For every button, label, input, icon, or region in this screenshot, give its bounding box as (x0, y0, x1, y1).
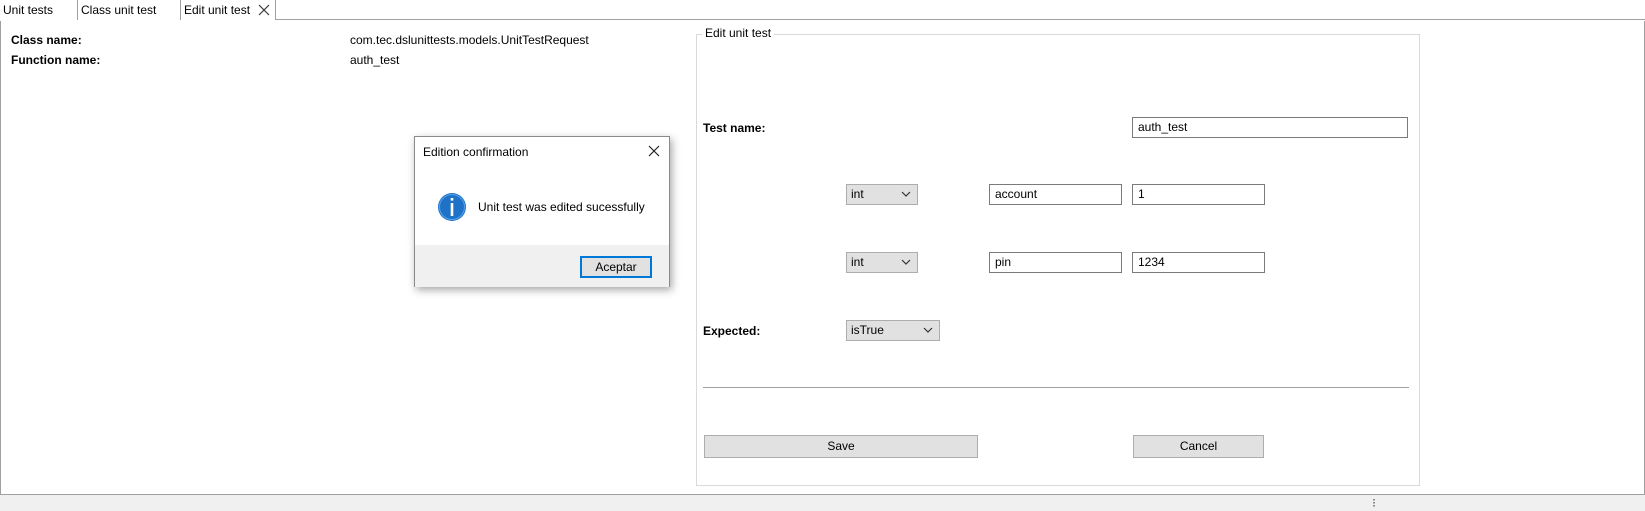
divider (703, 387, 1409, 388)
param-type-value: int (851, 187, 864, 201)
expected-label: Expected: (703, 324, 761, 338)
param-name-input-1[interactable]: account (989, 184, 1122, 205)
tab-edit-unit-test[interactable]: Edit unit test (180, 0, 276, 20)
info-icon (438, 193, 466, 221)
tab-label: Unit tests (3, 3, 54, 17)
expected-select[interactable]: isTrue (846, 320, 940, 341)
dialog-footer: Aceptar (415, 245, 669, 287)
function-name-label: Function name: (11, 53, 101, 67)
edition-confirmation-dialog: Edition confirmation Unit test was edite… (414, 136, 670, 287)
tab-label: Class unit test (81, 3, 157, 17)
param-value-input-2[interactable]: 1234 (1132, 252, 1265, 273)
close-icon[interactable] (258, 4, 270, 16)
tab-class-unit-test[interactable]: Class unit test (78, 0, 181, 20)
chevron-down-icon (901, 191, 911, 197)
param-type-value: int (851, 255, 864, 269)
function-name-value: auth_test (350, 53, 400, 67)
resize-grip-icon[interactable] (1373, 499, 1375, 507)
close-icon[interactable] (648, 145, 660, 157)
param-name-input-2[interactable]: pin (989, 252, 1122, 273)
ok-button[interactable]: Aceptar (580, 256, 652, 278)
chevron-down-icon (901, 259, 911, 265)
class-name-label: Class name: (11, 33, 82, 47)
test-name-input[interactable]: auth_test (1132, 117, 1408, 138)
test-name-label: Test name: (703, 121, 766, 135)
dialog-title: Edition confirmation (423, 145, 529, 159)
class-name-value: com.tec.dslunittests.models.UnitTestRequ… (350, 33, 589, 47)
tab-label: Edit unit test (184, 3, 251, 17)
param-type-select-2[interactable]: int (846, 252, 918, 273)
tab-bar: Unit tests Class unit test Edit unit tes… (0, 0, 1645, 20)
tab-unit-tests[interactable]: Unit tests (0, 0, 78, 20)
expected-value: isTrue (851, 323, 884, 337)
group-title: Edit unit test (702, 26, 775, 40)
chevron-down-icon (923, 327, 933, 333)
param-value-input-1[interactable]: 1 (1132, 184, 1265, 205)
status-bar (0, 495, 1645, 511)
save-button[interactable]: Save (704, 435, 978, 458)
param-type-select-1[interactable]: int (846, 184, 918, 205)
cancel-button[interactable]: Cancel (1133, 435, 1264, 458)
dialog-message: Unit test was edited sucessfully (478, 200, 645, 214)
